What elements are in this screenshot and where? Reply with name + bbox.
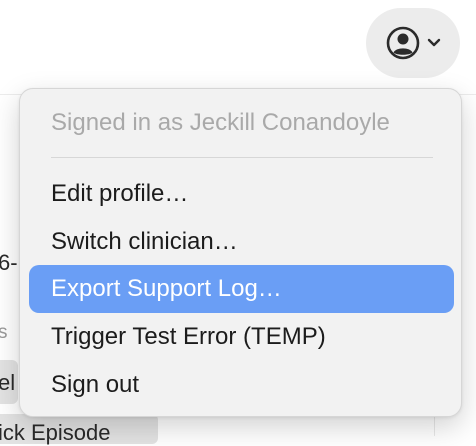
background-text-fragment: el [0, 370, 16, 395]
signed-in-label: Signed in as Jeckill Conandoyle [51, 109, 390, 136]
background-text-fragment: s [0, 322, 8, 343]
account-menu-button[interactable] [366, 8, 460, 78]
chevron-down-icon [427, 38, 441, 48]
menu-item-export-support-log[interactable]: Export Support Log… [29, 265, 454, 313]
menu-item-switch-clinician[interactable]: Switch clinician… [29, 218, 454, 266]
background-list-item: el [0, 360, 18, 404]
menu-item-trigger-test-error[interactable]: Trigger Test Error (TEMP) [29, 313, 454, 361]
user-circle-icon [385, 25, 421, 61]
background-text-fragment: ick Episode [0, 420, 111, 445]
background-text-fragment: 6- [0, 250, 18, 275]
top-bar [0, 0, 476, 95]
menu-item-sign-out[interactable]: Sign out [29, 361, 454, 409]
menu-item-edit-profile[interactable]: Edit profile… [29, 170, 454, 218]
background-list-item: ick Episode [0, 414, 158, 445]
menu-separator [51, 157, 433, 158]
account-dropdown-menu: Signed in as Jeckill Conandoyle Edit pro… [19, 88, 462, 417]
